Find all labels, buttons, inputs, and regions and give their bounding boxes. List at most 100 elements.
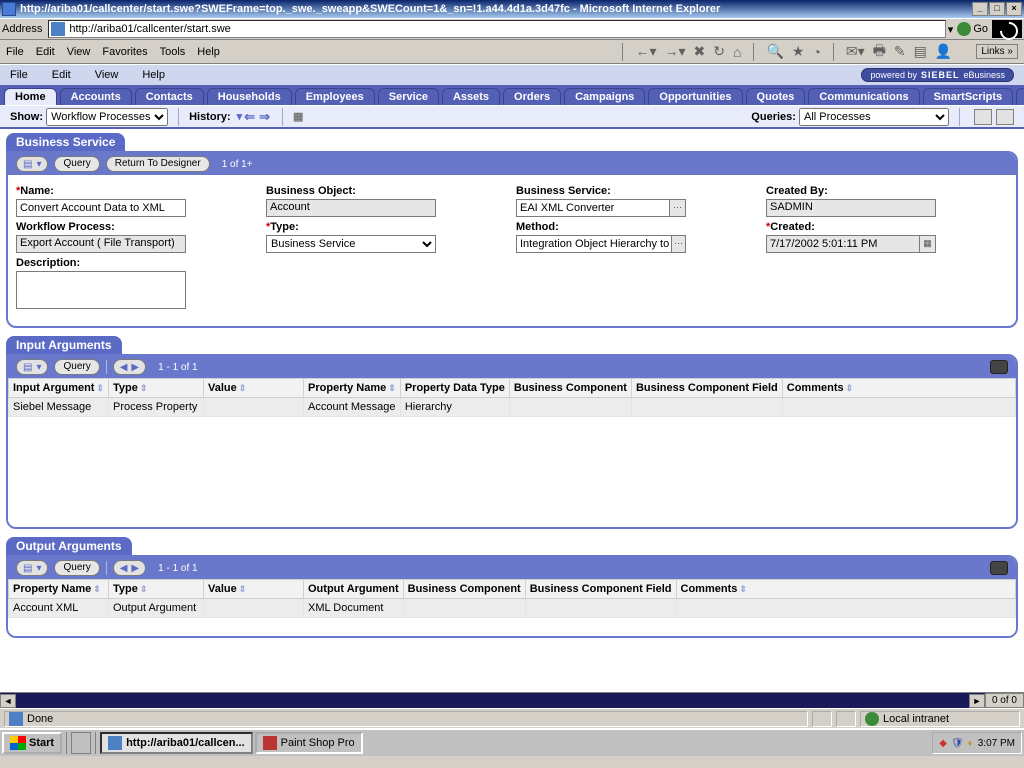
description-field[interactable] xyxy=(16,271,186,309)
tab-home[interactable]: Home xyxy=(4,88,57,105)
name-field[interactable] xyxy=(16,199,186,217)
app-menu-file[interactable]: File xyxy=(10,69,28,81)
tab-products[interactable]: Products xyxy=(1016,88,1024,105)
tab-communications[interactable]: Communications xyxy=(808,88,919,105)
go-button[interactable]: Go xyxy=(957,22,988,36)
tray-icon-1[interactable]: ◆ xyxy=(939,738,947,749)
col-business-component[interactable]: Business Component xyxy=(403,580,525,599)
ie-menu-view[interactable]: View xyxy=(67,46,91,58)
tab-smartscripts[interactable]: SmartScripts xyxy=(923,88,1013,105)
toolbar-btn-2[interactable] xyxy=(996,109,1014,125)
col-value[interactable]: Value⇕ xyxy=(204,379,304,398)
col-business-component[interactable]: Business Component xyxy=(509,379,631,398)
tab-accounts[interactable]: Accounts xyxy=(60,88,132,105)
discuss-icon[interactable]: ▤ xyxy=(914,43,927,60)
tab-opportunities[interactable]: Opportunities xyxy=(648,88,742,105)
tray-icon-2[interactable]: 🛡 xyxy=(951,738,964,749)
history-forward-icon[interactable]: ⇒ xyxy=(259,109,270,125)
tab-contacts[interactable]: Contacts xyxy=(135,88,204,105)
task-ie[interactable]: http://ariba01/callcen... xyxy=(100,732,253,754)
return-to-designer-button[interactable]: Return To Designer xyxy=(106,156,210,172)
col-output-argument[interactable]: Output Argument xyxy=(304,580,404,599)
address-input[interactable]: http://ariba01/callcenter/start.swe xyxy=(48,20,945,38)
list-nav-buttons[interactable]: ◀▶ xyxy=(113,359,146,375)
toolbar-btn-1[interactable] xyxy=(974,109,992,125)
scroll-right-icon[interactable]: ► xyxy=(969,694,985,708)
table-row[interactable]: Account XML Output Argument XML Document xyxy=(9,599,1016,618)
col-property-name[interactable]: Property Name⇕ xyxy=(9,580,109,599)
favorites-icon[interactable]: ★ xyxy=(792,43,805,60)
queries-select[interactable]: All Processes xyxy=(799,108,949,126)
menu-dropdown-button[interactable]: ▤▾ xyxy=(16,156,48,172)
app-menu-help[interactable]: Help xyxy=(142,69,165,81)
ie-menu-help[interactable]: Help xyxy=(197,46,220,58)
col-property-data-type[interactable]: Property Data Type xyxy=(400,379,509,398)
restore-button[interactable]: □ xyxy=(989,2,1005,16)
ie-menu-favorites[interactable]: Favorites xyxy=(102,46,147,58)
links-button[interactable]: Links » xyxy=(976,44,1018,59)
app-menu-view[interactable]: View xyxy=(95,69,119,81)
sitemap-icon[interactable]: ▦ xyxy=(293,110,303,123)
col-type[interactable]: Type⇕ xyxy=(109,379,204,398)
stop-icon[interactable]: ✖ xyxy=(694,43,706,60)
ie-menu-file[interactable]: File xyxy=(6,46,24,58)
tray-icon-3[interactable]: ◐ xyxy=(968,738,974,749)
tab-orders[interactable]: Orders xyxy=(503,88,561,105)
tab-employees[interactable]: Employees xyxy=(295,88,375,105)
tab-households[interactable]: Households xyxy=(207,88,292,105)
close-button[interactable]: × xyxy=(1006,2,1022,16)
back-icon[interactable]: ←▾ xyxy=(635,43,656,60)
show-select[interactable]: Workflow Processes xyxy=(46,108,168,126)
history-icon[interactable]: ◔ xyxy=(812,44,820,60)
list-nav-buttons[interactable]: ◀▶ xyxy=(113,560,146,576)
tab-campaigns[interactable]: Campaigns xyxy=(564,88,645,105)
col-comments[interactable]: Comments⇕ xyxy=(782,379,1015,398)
history-dropdown-icon[interactable]: ▾ xyxy=(237,110,243,123)
expand-icon[interactable] xyxy=(990,360,1008,374)
col-value[interactable]: Value⇕ xyxy=(204,580,304,599)
col-input-argument[interactable]: Input Argument⇕ xyxy=(9,379,109,398)
search-icon[interactable]: 🔍 xyxy=(766,43,783,60)
ie-menu-tools[interactable]: Tools xyxy=(160,46,186,58)
quicklaunch-1[interactable] xyxy=(71,732,91,754)
refresh-icon[interactable]: ↻ xyxy=(713,43,725,60)
home-icon[interactable]: ⌂ xyxy=(733,44,741,60)
forward-icon[interactable]: →▾ xyxy=(664,43,685,60)
tab-quotes[interactable]: Quotes xyxy=(746,88,806,105)
messenger-icon[interactable]: 👤 xyxy=(935,43,952,60)
mail-icon[interactable]: ✉▾ xyxy=(846,43,865,60)
col-property-name[interactable]: Property Name⇕ xyxy=(304,379,401,398)
query-button[interactable]: Query xyxy=(54,359,99,375)
horizontal-scrollbar[interactable]: ◄ ► 0 of 0 xyxy=(0,692,1024,708)
pick-icon[interactable]: ⋯ xyxy=(671,236,685,252)
method-field[interactable]: Integration Object Hierarchy to XML ⋯ xyxy=(516,235,686,253)
col-business-component-field[interactable]: Business Component Field xyxy=(631,379,782,398)
col-type[interactable]: Type⇕ xyxy=(109,580,204,599)
business-service-field[interactable]: EAI XML Converter ⋯ xyxy=(516,199,686,217)
tab-service[interactable]: Service xyxy=(378,88,439,105)
tab-assets[interactable]: Assets xyxy=(442,88,500,105)
col-comments[interactable]: Comments⇕ xyxy=(676,580,1015,599)
expand-icon[interactable] xyxy=(990,561,1008,575)
query-button[interactable]: Query xyxy=(54,560,99,576)
pick-icon[interactable]: ⋯ xyxy=(669,200,685,216)
start-button[interactable]: Start xyxy=(2,732,62,754)
query-button[interactable]: Query xyxy=(54,156,99,172)
task-paintshop[interactable]: Paint Shop Pro xyxy=(255,732,363,754)
col-business-component-field[interactable]: Business Component Field xyxy=(525,580,676,599)
created-by-field: SADMIN xyxy=(766,199,936,217)
ie-menu-edit[interactable]: Edit xyxy=(36,46,55,58)
calendar-icon[interactable]: ▦ xyxy=(919,236,935,252)
scroll-left-icon[interactable]: ◄ xyxy=(0,694,16,708)
minimize-button[interactable]: _ xyxy=(972,2,988,16)
edit-icon[interactable]: ✎ xyxy=(894,43,906,60)
table-row[interactable]: Siebel Message Process Property Account … xyxy=(9,398,1016,417)
history-back-icon[interactable]: ⇐ xyxy=(244,109,255,125)
menu-dropdown-button[interactable]: ▤▾ xyxy=(16,359,48,375)
type-select[interactable]: Business Service xyxy=(266,235,436,253)
system-tray[interactable]: ◆ 🛡 ◐ 3:07 PM xyxy=(932,732,1022,754)
app-menu-edit[interactable]: Edit xyxy=(52,69,71,81)
address-dropdown-icon[interactable]: ▾ xyxy=(948,23,954,36)
menu-dropdown-button[interactable]: ▤▾ xyxy=(16,560,48,576)
print-icon[interactable]: 🖶 xyxy=(873,40,886,64)
